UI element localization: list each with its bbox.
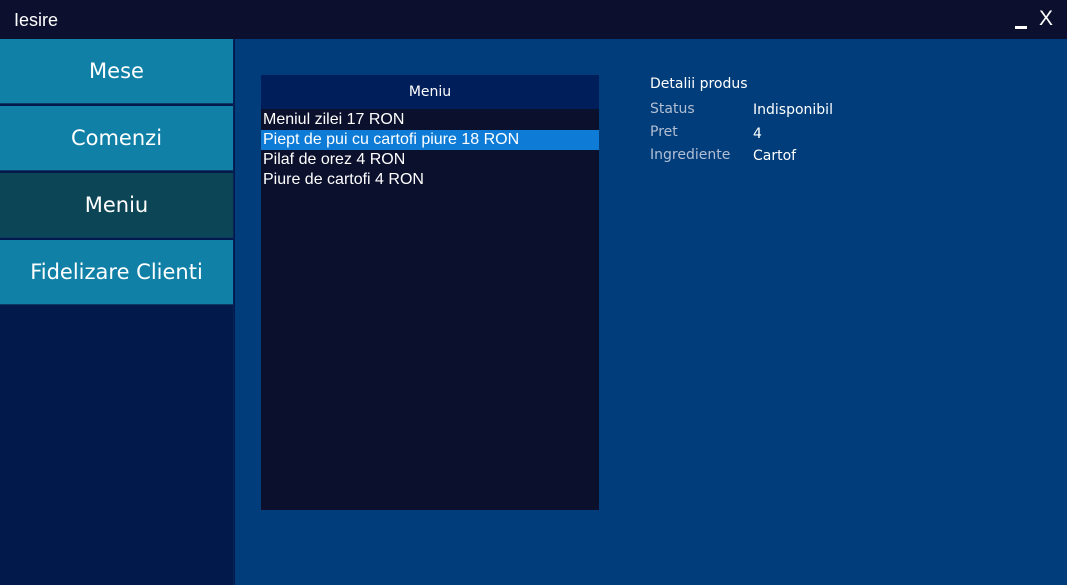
ingrediente-label: Ingrediente [650, 147, 731, 163]
status-label: Status [650, 101, 695, 117]
main-content: Meniu Meniul zilei 17 RON Piept de pui c… [235, 39, 1067, 585]
status-value: Indisponibil [753, 102, 833, 118]
product-details: Detalii produs Status Indisponibil Pret … [650, 76, 950, 176]
nav-button-comenzi[interactable]: Comenzi [0, 106, 233, 171]
pret-value: 4 [753, 126, 762, 142]
sidebar: Mese Comenzi Meniu Fidelizare Clienti [0, 39, 234, 585]
ingrediente-value: Cartof [753, 148, 797, 164]
exit-button[interactable]: Iesire [14, 10, 58, 31]
list-item-selected[interactable]: Piept de pui cu cartofi piure 18 RON [261, 130, 599, 150]
menu-list-items: Meniul zilei 17 RON Piept de pui cu cart… [261, 110, 599, 190]
list-item[interactable]: Meniul zilei 17 RON [261, 110, 599, 130]
nav-button-meniu[interactable]: Meniu [0, 173, 233, 238]
list-item[interactable]: Pilaf de orez 4 RON [261, 150, 599, 170]
details-title: Detalii produs [650, 76, 748, 92]
nav-button-mese[interactable]: Mese [0, 39, 233, 104]
minimize-icon-bar [1015, 26, 1027, 29]
menu-list[interactable]: Meniu Meniul zilei 17 RON Piept de pui c… [261, 75, 599, 510]
menu-list-header: Meniu [261, 75, 599, 109]
close-button[interactable]: X [1037, 8, 1055, 29]
list-item[interactable]: Piure de cartofi 4 RON [261, 170, 599, 190]
minimize-icon[interactable] [1013, 11, 1029, 31]
nav-button-fidelizare-clienti[interactable]: Fidelizare Clienti [0, 240, 233, 305]
pret-label: Pret [650, 124, 678, 140]
title-bar: Iesire X [0, 0, 1067, 39]
